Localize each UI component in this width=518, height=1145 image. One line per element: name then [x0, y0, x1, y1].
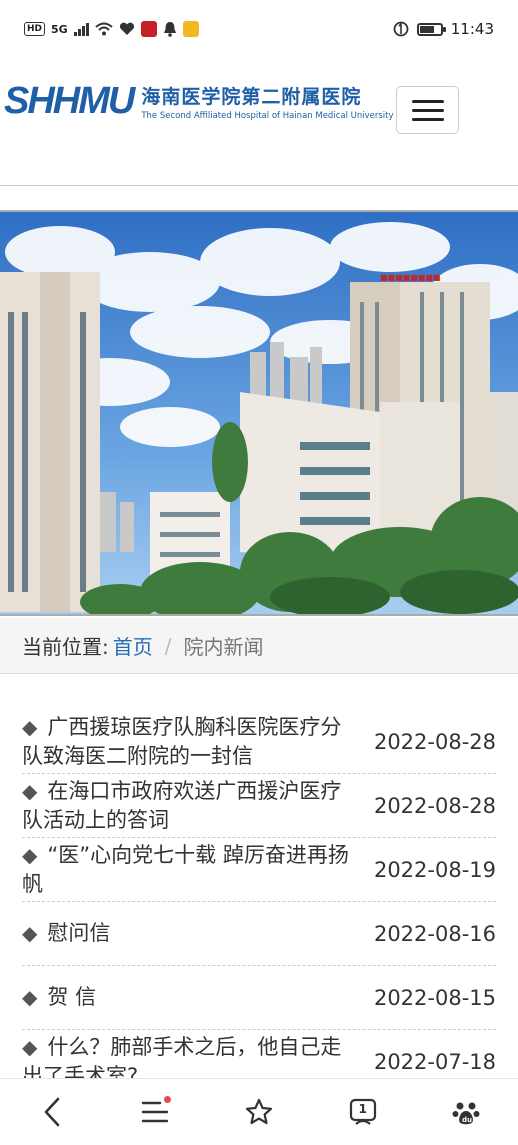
- diamond-bullet-icon: ◆: [22, 778, 38, 803]
- chevron-left-icon: [44, 1097, 60, 1127]
- paw-icon: du: [452, 1102, 480, 1125]
- logo-chinese-name: 海南医学院第二附属医院: [141, 86, 362, 108]
- hospital-logo[interactable]: SHHMU 海南医学院第二附属医院 The Second Affiliated …: [4, 80, 394, 123]
- diamond-bullet-icon: ◆: [22, 1035, 38, 1059]
- battery-icon: [416, 22, 446, 36]
- svg-text:■■■■■■■■: ■■■■■■■■: [380, 273, 440, 282]
- breadcrumb-label: 当前位置:: [22, 635, 109, 659]
- news-item[interactable]: ◆ 广西援琼医疗队胸科医院医疗分队致海医二附院的一封信 2022-08-28: [22, 710, 496, 774]
- logo-mark: SHHMU: [4, 80, 135, 122]
- network-type: HD: [24, 22, 46, 36]
- hospital-banner-image: ■■■■■■■■: [0, 210, 518, 616]
- logo-english-name: The Second Affiliated Hospital of Hainan…: [141, 111, 394, 121]
- news-title[interactable]: ◆ 广西援琼医疗队胸科医院医疗分队致海医二附院的一封信: [22, 713, 352, 771]
- breadcrumb-home-link[interactable]: 首页: [113, 631, 153, 660]
- news-title-text: 慰问信: [47, 921, 111, 945]
- news-date: 2022-08-16: [373, 921, 496, 946]
- menu-toggle-button[interactable]: [396, 86, 459, 134]
- diamond-bullet-icon: ◆: [22, 921, 38, 945]
- tab-count: 1: [358, 1102, 367, 1116]
- heart-icon: [119, 22, 134, 35]
- news-item[interactable]: ◆ 贺 信 2022-08-15: [22, 966, 496, 1030]
- logo-text: 海南医学院第二附属医院 The Second Affiliated Hospit…: [141, 82, 393, 121]
- news-item[interactable]: ◆ 慰问信 2022-08-16: [22, 902, 496, 966]
- news-title-text: 在海口市政府欢送广西援沪医疗队活动上的答词: [22, 778, 342, 832]
- news-title[interactable]: ◆ “医”心向党七十载 踔厉奋进再扬帆: [22, 841, 352, 899]
- status-left: HD 5G: [24, 21, 199, 37]
- news-date: 2022-08-28: [373, 729, 496, 754]
- status-time: 11:43: [450, 20, 494, 38]
- app-icon-red: [140, 21, 157, 37]
- news-list: ◆ 广西援琼医疗队胸科医院医疗分队致海医二附院的一封信 2022-08-28 ◆ 在…: [22, 710, 496, 1094]
- news-date: 2022-08-28: [373, 793, 496, 818]
- diamond-bullet-icon: ◆: [22, 842, 38, 867]
- signal-type: 5G: [51, 22, 68, 36]
- news-date: 2022-08-15: [373, 985, 496, 1010]
- tabs-button[interactable]: 1: [333, 1082, 393, 1142]
- news-title-text: 贺 信: [47, 985, 97, 1009]
- news-title[interactable]: ◆ 在海口市政府欢送广西援沪医疗队活动上的答词: [22, 777, 352, 835]
- news-title-text: “医”心向党七十载 踔厉奋进再扬帆: [22, 842, 349, 896]
- breadcrumb-current: 院内新闻: [183, 635, 264, 659]
- news-item[interactable]: ◆ “医”心向党七十载 踔厉奋进再扬帆 2022-08-19: [22, 838, 496, 902]
- svg-text:du: du: [462, 1116, 472, 1124]
- app-icon-yellow: [182, 21, 199, 37]
- star-icon: [245, 1098, 273, 1125]
- bell-icon: [163, 22, 176, 37]
- news-date: 2022-07-18: [373, 1050, 496, 1074]
- status-bar: HD 5G 11:43: [0, 0, 518, 58]
- news-title[interactable]: ◆ 贺 信: [22, 983, 352, 1012]
- diamond-bullet-icon: ◆: [22, 985, 38, 1009]
- favorite-button[interactable]: [229, 1082, 289, 1142]
- news-title-text: 广西援琼医疗队胸科医院医疗分队致海医二附院的一封信: [22, 714, 342, 768]
- breadcrumb: 当前位置: 首页 / 院内新闻: [0, 618, 518, 674]
- news-item[interactable]: ◆ 在海口市政府欢送广西援沪医疗队活动上的答词 2022-08-28: [22, 774, 496, 838]
- browser-bottom-nav: 1 du: [0, 1078, 518, 1145]
- home-button[interactable]: du: [436, 1082, 496, 1142]
- signal-icon: [73, 22, 89, 36]
- wifi-icon: [95, 22, 113, 36]
- back-button[interactable]: [22, 1082, 82, 1142]
- status-right: 11:43: [393, 20, 494, 38]
- news-title[interactable]: ◆ 慰问信: [22, 919, 352, 948]
- news-date: 2022-08-19: [373, 857, 496, 882]
- hamburger-icon: [411, 99, 444, 121]
- site-header: SHHMU 海南医学院第二附属医院 The Second Affiliated …: [0, 58, 518, 186]
- menu-button[interactable]: [125, 1082, 185, 1142]
- data-saver-icon: [393, 21, 409, 37]
- diamond-bullet-icon: ◆: [22, 714, 38, 739]
- breadcrumb-separator: /: [164, 633, 172, 658]
